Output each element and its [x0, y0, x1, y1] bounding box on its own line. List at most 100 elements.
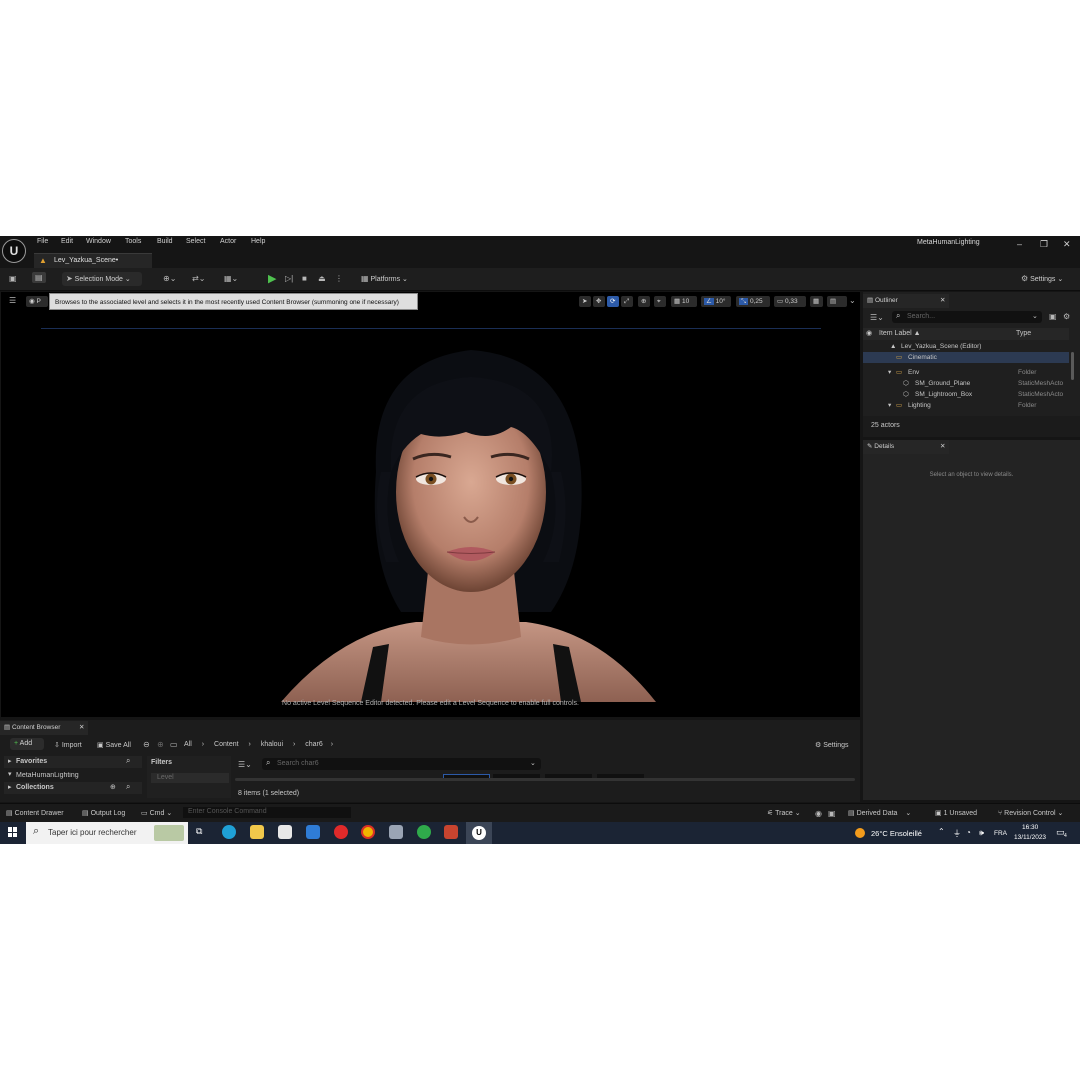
outliner-row[interactable]: ⬡ SM_Ground_Plane StaticMeshActo	[863, 378, 1069, 389]
close-icon[interactable]: ✕	[79, 721, 84, 735]
platforms-button[interactable]: ▦ Platforms ⌄	[357, 272, 417, 286]
column-item-label[interactable]: Item Label ▲	[879, 330, 921, 337]
outliner-search-input[interactable]: ⌕ Search... ⌄	[892, 311, 1042, 323]
play-icon[interactable]: ▶	[268, 272, 276, 285]
search-icon[interactable]: ⌕	[126, 782, 130, 792]
details-tab[interactable]: ✎ Details ✕	[863, 440, 949, 454]
outliner-row[interactable]: ⬡ SM_Lightroom_Box StaticMeshActo	[863, 389, 1069, 400]
restore-icon[interactable]: ❐	[1040, 239, 1048, 250]
opera-icon[interactable]	[334, 825, 348, 839]
camera-speed-button[interactable]: ▭ 0,33	[774, 296, 806, 307]
asset-filter-icon[interactable]: ☰⌄	[238, 760, 252, 769]
viewport-layout-icon[interactable]: ▦	[810, 296, 823, 307]
grid-snap-button[interactable]: ▦ 10	[671, 296, 697, 307]
toolbar-settings-button[interactable]: ⚙ Settings ⌄	[1017, 272, 1073, 286]
content-settings-button[interactable]: ⚙ Settings	[815, 741, 849, 749]
menu-edit[interactable]: Edit	[61, 238, 73, 245]
close-window-icon[interactable]: ✕	[1063, 239, 1071, 250]
perspective-button[interactable]: ◉ P	[26, 296, 48, 307]
visibility-eye-icon[interactable]: ◉	[866, 329, 872, 337]
selection-mode-button[interactable]: ➤ Selection Mode ⌄	[62, 272, 142, 286]
chevron-down-icon[interactable]: ▾	[888, 400, 891, 411]
task-view-icon[interactable]: ⧉	[196, 826, 202, 837]
clock-date[interactable]: 13/11/2023	[1014, 834, 1046, 841]
unreal-taskbar-icon[interactable]: U	[466, 822, 492, 844]
asset-scrollbar[interactable]	[235, 778, 855, 781]
revision-control-button[interactable]: ⑂ Revision Control ⌄	[998, 809, 1063, 817]
collections-header[interactable]: ▸ Collections ⊕ ⌕	[4, 782, 142, 794]
close-icon[interactable]: ✕	[940, 294, 945, 308]
step-icon[interactable]: ▷|	[285, 274, 293, 283]
eject-icon[interactable]: ⏏	[318, 274, 326, 283]
stop-icon[interactable]: ■	[302, 274, 307, 283]
search-icon[interactable]: ⌕	[126, 756, 130, 766]
menu-help[interactable]: Help	[251, 238, 265, 245]
chevron-down-icon[interactable]: ⌄	[849, 296, 856, 305]
outliner-scrollbar[interactable]	[1071, 352, 1074, 380]
chrome-icon[interactable]	[361, 825, 375, 839]
gear-icon[interactable]: ⚙	[1063, 312, 1070, 321]
back-history-icon[interactable]: ⊖	[143, 740, 150, 749]
add-actor-icon[interactable]: ⊕⌄	[163, 274, 176, 283]
save-all-button[interactable]: ▣ Save All	[97, 741, 131, 749]
menu-window[interactable]: Window	[86, 238, 111, 245]
world-space-icon[interactable]: ⊕	[638, 296, 650, 307]
camera-icon[interactable]: ▣	[828, 809, 836, 818]
chevron-down-icon[interactable]: ▾	[888, 367, 891, 378]
console-command-input[interactable]: Enter Console Command	[183, 807, 351, 818]
tree-root-item[interactable]: ▾ MetaHumanLighting	[4, 772, 142, 780]
menu-select[interactable]: Select	[186, 238, 205, 245]
volume-icon[interactable]: 🕪	[979, 828, 984, 838]
select-tool-icon[interactable]: ➤	[579, 296, 591, 307]
outliner-tab[interactable]: ▤ Outliner ✕	[863, 294, 949, 308]
app-icon[interactable]	[417, 825, 431, 839]
filter-icon[interactable]: ☰⌄	[870, 313, 884, 322]
derived-data-button[interactable]: ▤ Derived Data ⌄	[848, 809, 911, 817]
add-folder-icon[interactable]: ▣	[1049, 312, 1057, 321]
scale-snap-button[interactable]: ⤡ 0,25	[736, 296, 770, 307]
menu-file[interactable]: File	[37, 238, 48, 245]
content-drawer-button[interactable]: ▤ Content Drawer	[6, 809, 64, 817]
menu-actor[interactable]: Actor	[220, 238, 236, 245]
breadcrumb-item[interactable]: khaloui	[261, 741, 283, 748]
level-viewport[interactable]: ☰ ◉ P Browses to the associated level an…	[1, 292, 860, 717]
rotate-tool-icon[interactable]: ⟳	[607, 296, 619, 307]
more-options-icon[interactable]: ⋮	[335, 274, 343, 283]
taskbar-search-input[interactable]: ⌕ Taper ici pour rechercher	[26, 822, 188, 844]
file-explorer-icon[interactable]	[250, 825, 264, 839]
import-button[interactable]: ⇩ Import	[54, 741, 82, 749]
unreal-logo-icon[interactable]: U	[2, 239, 26, 263]
output-log-button[interactable]: ▤ Output Log	[82, 809, 125, 817]
windows-start-icon[interactable]	[8, 827, 18, 837]
filter-level-item[interactable]: Level	[151, 773, 229, 783]
menu-build[interactable]: Build	[157, 238, 173, 245]
content-browser-tab[interactable]: ▤ Content Browser ✕	[0, 721, 88, 735]
viewport-options-icon[interactable]: ▤	[827, 296, 847, 307]
hamburger-menu-icon[interactable]: ☰	[9, 296, 16, 305]
chevron-up-icon[interactable]: ⌃	[938, 827, 945, 836]
forward-history-icon[interactable]: ⊕	[157, 740, 164, 749]
outliner-row[interactable]: ▾ ▭ Env Folder	[863, 367, 1069, 378]
unsaved-button[interactable]: ▣ 1 Unsaved	[935, 809, 977, 817]
asset-search-input[interactable]: ⌕ Search char6 ⌄	[262, 758, 541, 770]
outliner-row[interactable]: ▾ ▭ Lighting Folder	[863, 400, 1069, 411]
rotation-snap-button[interactable]: ∠ 10°	[701, 296, 731, 307]
level-document-tab[interactable]: ▲ Lev_Yazkua_Scene•	[34, 253, 152, 269]
cmd-dropdown[interactable]: ▭ Cmd ⌄	[141, 809, 172, 817]
language-indicator[interactable]: FRA	[994, 830, 1007, 837]
network-icon[interactable]: ⏚	[953, 828, 961, 839]
move-tool-icon[interactable]: ✥	[593, 296, 605, 307]
trace-button[interactable]: ⚟ Trace ⌄	[767, 809, 801, 817]
outliner-row[interactable]: ▭ Cinematic	[863, 352, 1069, 363]
surface-snap-icon[interactable]: ⌖	[654, 296, 666, 307]
minimize-icon[interactable]: –	[1017, 239, 1022, 249]
wifi-icon[interactable]: ◔	[966, 828, 971, 837]
menu-tools[interactable]: Tools	[125, 238, 141, 245]
favorites-header[interactable]: ▸ Favorites ⌕	[4, 756, 142, 768]
add-button[interactable]: + Add	[10, 738, 44, 750]
breadcrumb-item[interactable]: char6	[305, 741, 323, 748]
store-icon[interactable]	[278, 825, 292, 839]
scale-tool-icon[interactable]: ⤢	[621, 296, 633, 307]
edge-icon[interactable]	[222, 825, 236, 839]
browse-level-icon[interactable]: ▤	[32, 272, 46, 283]
